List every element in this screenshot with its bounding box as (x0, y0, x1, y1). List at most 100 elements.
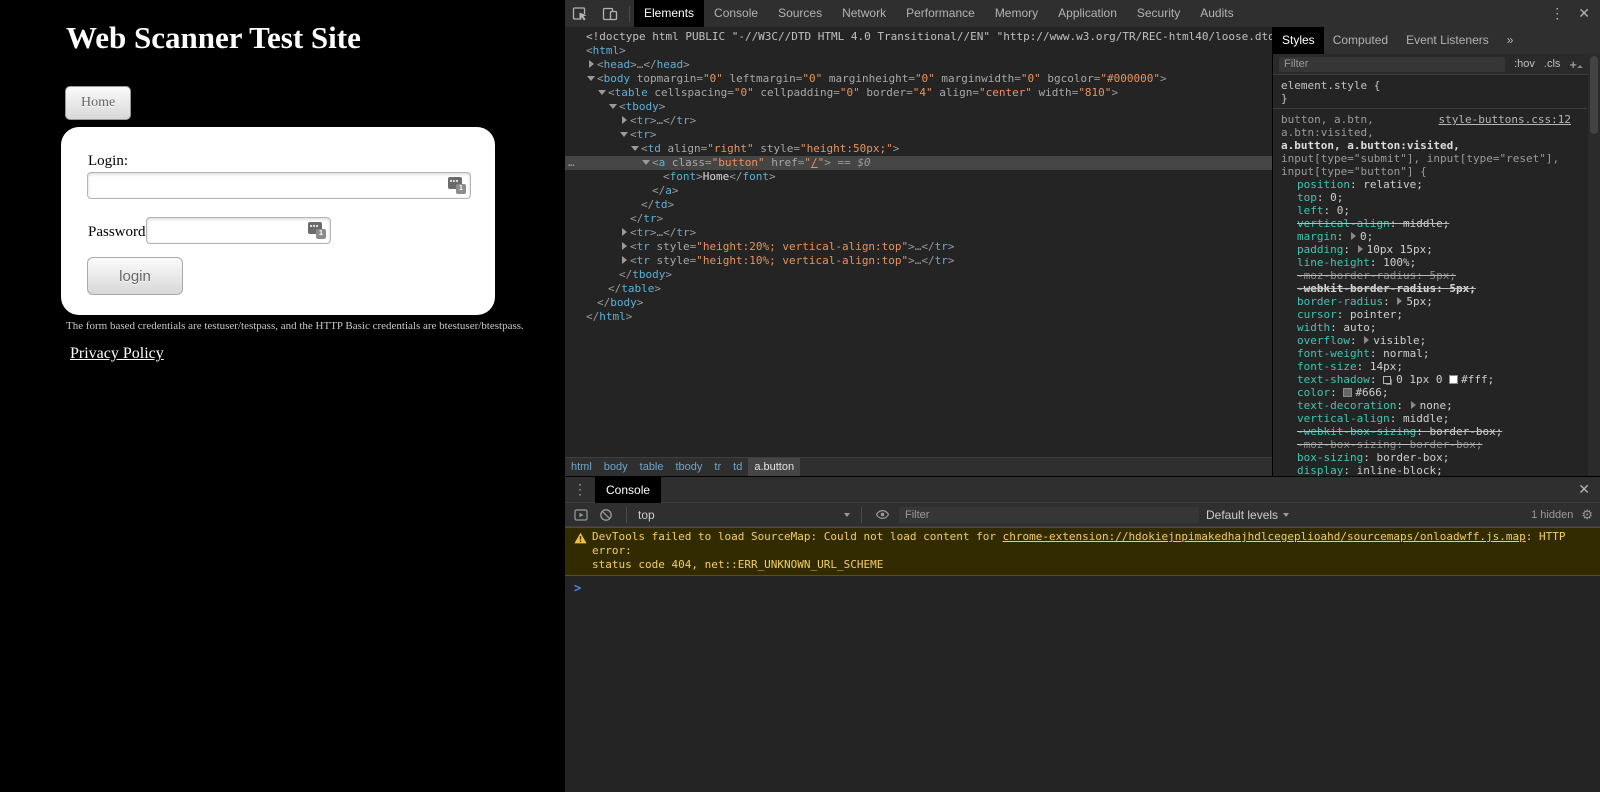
tree-row[interactable]: <table cellspacing="0" cellpadding="0" b… (565, 86, 1272, 100)
css-property-text-shadow[interactable]: text-shadow: 0 1px 0 #fff; (1281, 373, 1579, 386)
expand-arrow-icon[interactable] (598, 87, 608, 96)
devtools-tab-audits[interactable]: Audits (1190, 0, 1243, 27)
expand-value-arrow-icon[interactable] (1351, 232, 1356, 240)
expand-arrow-icon[interactable] (631, 143, 641, 152)
expand-arrow-icon[interactable] (587, 73, 597, 82)
devtools-tab-memory[interactable]: Memory (985, 0, 1048, 27)
css-property-line-height[interactable]: line-height: 100%; (1281, 256, 1579, 269)
more-actions-dots[interactable]: … (568, 156, 576, 170)
tree-row[interactable]: </table> (565, 282, 1272, 296)
css-property-font-size[interactable]: font-size: 14px; (1281, 360, 1579, 373)
css-property-border-radius[interactable]: border-radius: 5px; (1281, 295, 1579, 308)
expand-arrow-icon[interactable] (609, 101, 619, 110)
breadcrumb-item-body[interactable]: body (598, 458, 634, 476)
devtools-tab-network[interactable]: Network (832, 0, 896, 27)
tree-row[interactable]: <!doctype html PUBLIC "-//W3C//DTD HTML … (565, 30, 1272, 44)
password-manager-icon[interactable]: 1 (448, 177, 466, 194)
css-selector[interactable]: input[type="submit"], input[type="reset"… (1281, 152, 1579, 165)
tree-row[interactable]: </body> (565, 296, 1272, 310)
devtools-tab-performance[interactable]: Performance (896, 0, 985, 27)
css-property-width[interactable]: width: auto; (1281, 321, 1579, 334)
toggle-classes[interactable]: .cls (1544, 58, 1561, 70)
stylesheet-source-link[interactable]: style-buttons.css:12 (1439, 113, 1571, 126)
devtools-tab-console[interactable]: Console (704, 0, 768, 27)
devtools-tab-application[interactable]: Application (1048, 0, 1127, 27)
sourcemap-url-link[interactable]: chrome-extension://hdokiejnpimakedhajhdl… (1003, 530, 1526, 543)
color-swatch[interactable] (1449, 375, 1459, 384)
css-selector[interactable]: a.btn:visited, (1281, 126, 1579, 139)
css-property-font-weight[interactable]: font-weight: normal; (1281, 347, 1579, 360)
password-manager-icon[interactable]: 1 (308, 222, 326, 239)
tree-row[interactable]: <font>Home</font> (565, 170, 1272, 184)
password-input[interactable] (146, 217, 331, 244)
console-drawer-tab[interactable]: Console (595, 477, 662, 503)
tree-row[interactable]: <body topmargin="0" leftmargin="0" margi… (565, 72, 1272, 86)
execution-context-selector[interactable]: top (638, 508, 850, 522)
live-expression-eye-icon[interactable] (873, 507, 892, 522)
expand-arrow-icon[interactable] (620, 115, 630, 124)
css-property-color[interactable]: color: #666; (1281, 386, 1579, 399)
device-toolbar-icon[interactable] (595, 6, 625, 22)
close-devtools-button[interactable]: ✕ (1572, 5, 1600, 22)
breadcrumb-item-tbody[interactable]: tbody (670, 458, 709, 476)
css-property-cursor[interactable]: cursor: pointer; (1281, 308, 1579, 321)
css-property-moz-border-radius[interactable]: -moz-border-radius: 5px; (1281, 269, 1579, 282)
log-levels-dropdown[interactable]: Default levels (1206, 508, 1290, 522)
drawer-menu-icon[interactable]: ⋮ (565, 481, 595, 498)
tree-row[interactable]: <tbody> (565, 100, 1272, 114)
tree-row[interactable]: </html> (565, 310, 1272, 324)
devtools-menu-icon[interactable]: ⋮ (1542, 5, 1572, 22)
styles-tab-styles[interactable]: Styles (1273, 27, 1324, 54)
color-swatch[interactable] (1343, 388, 1353, 397)
console-filter-input[interactable]: Filter (899, 506, 1199, 523)
tree-row[interactable]: <tr> (565, 128, 1272, 142)
css-property-left[interactable]: left: 0; (1281, 204, 1579, 217)
expand-value-arrow-icon[interactable] (1410, 401, 1416, 409)
css-selector[interactable]: input[type="button"] { (1281, 165, 1579, 178)
inspect-element-icon[interactable] (565, 6, 595, 22)
breadcrumb-item-table[interactable]: table (634, 458, 670, 476)
css-property-top[interactable]: top: 0; (1281, 191, 1579, 204)
tree-row[interactable]: </a> (565, 184, 1272, 198)
expand-arrow-icon[interactable] (620, 241, 630, 250)
home-button[interactable]: Home (65, 86, 132, 120)
tree-row[interactable]: <tr>…</tr> (565, 114, 1272, 128)
breadcrumb-item-td[interactable]: td (727, 458, 748, 476)
privacy-policy-link[interactable]: Privacy Policy (70, 345, 164, 363)
css-property-vertical-align[interactable]: vertical-align: middle; (1281, 412, 1579, 425)
tree-row[interactable]: <tr style="height:10%; vertical-align:to… (565, 254, 1272, 268)
toggle-hover-state[interactable]: :hov (1514, 58, 1535, 70)
css-property-moz-box-sizing[interactable]: -moz-box-sizing: border-box; (1281, 438, 1579, 451)
tree-row[interactable]: </tbody> (565, 268, 1272, 282)
expand-arrow-icon[interactable] (620, 255, 630, 264)
tree-row[interactable]: <td align="right" style="height:50px;"> (565, 142, 1272, 156)
expand-value-arrow-icon[interactable] (1397, 297, 1403, 305)
tree-row[interactable]: <html> (565, 44, 1272, 58)
css-property-margin[interactable]: margin: 0; (1281, 230, 1579, 243)
clear-console-icon[interactable] (597, 508, 615, 522)
css-property-position[interactable]: position: relative; (1281, 178, 1579, 191)
css-property-display[interactable]: display: inline-block; (1281, 464, 1579, 476)
console-settings-gear-icon[interactable]: ⚙ (1581, 507, 1593, 523)
expand-arrow-icon[interactable] (620, 227, 630, 236)
element-style-section[interactable]: element.style { } (1273, 75, 1587, 109)
tree-row[interactable]: </td> (565, 198, 1272, 212)
styles-tab-computed[interactable]: Computed (1324, 27, 1397, 54)
styles-scrollbar[interactable] (1588, 54, 1600, 476)
new-style-rule-button[interactable]: + (1569, 57, 1582, 72)
css-selector[interactable]: a.button, a.button:visited, (1281, 139, 1579, 152)
tree-row[interactable]: … <a class="button" href="/"> == $0 (565, 156, 1272, 170)
css-property-webkit-border-radius[interactable]: -webkit-border-radius: 5px; (1281, 282, 1579, 295)
breadcrumb-item-tr[interactable]: tr (708, 458, 727, 476)
css-property-box-sizing[interactable]: box-sizing: border-box; (1281, 451, 1579, 464)
devtools-tab-elements[interactable]: Elements (634, 0, 705, 27)
expand-arrow-icon[interactable] (642, 157, 652, 166)
tree-row[interactable]: <tr>…</tr> (565, 226, 1272, 240)
breadcrumb-item-a.button[interactable]: a.button (748, 458, 801, 476)
expand-value-arrow-icon[interactable] (1357, 245, 1363, 253)
devtools-tab-security[interactable]: Security (1127, 0, 1190, 27)
css-property-webkit-box-sizing[interactable]: -webkit-box-sizing: border-box; (1281, 425, 1579, 438)
tree-row[interactable]: </tr> (565, 212, 1272, 226)
login-submit-button[interactable]: login (87, 257, 183, 295)
scrollbar-thumb[interactable] (1590, 56, 1598, 134)
